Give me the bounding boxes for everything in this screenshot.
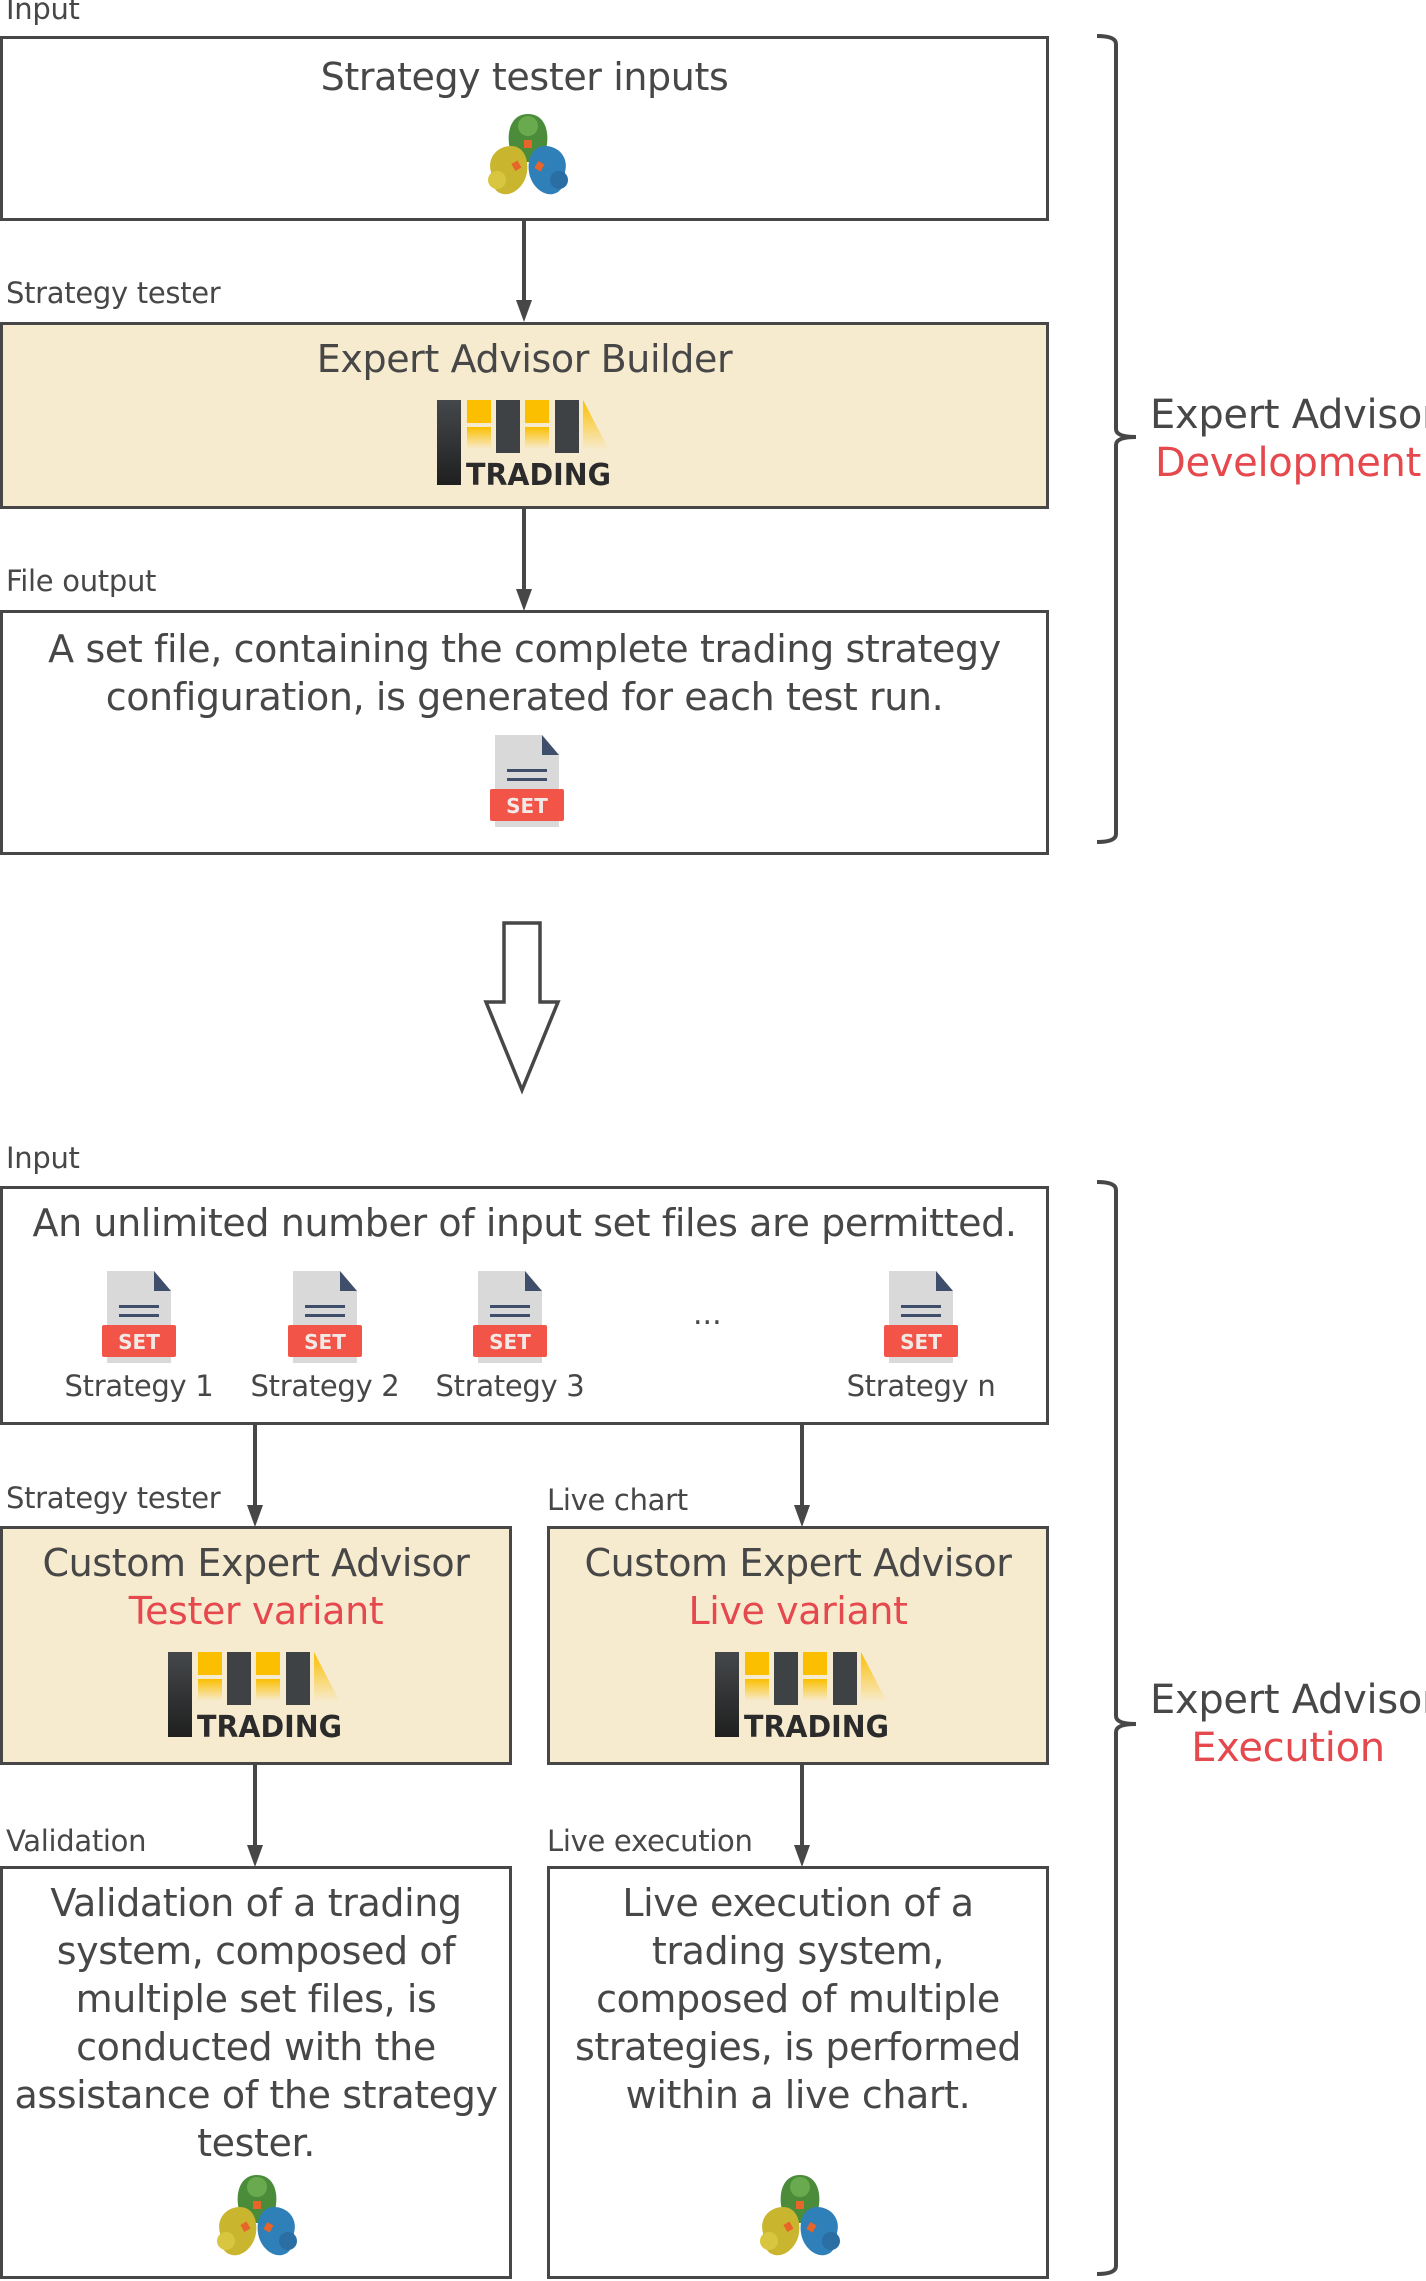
bracket-execution [1090,1176,1150,2281]
input-label: Input [6,1141,80,1175]
description-line: tester. [197,2121,315,2165]
description-line: trading system, [651,1929,945,1973]
description-line: system, composed of [56,1929,456,1973]
description-line: conducted with the [76,2025,436,2069]
set-file-icon: SET [471,1269,549,1365]
description-line: within a live chart. [625,2073,971,2117]
strategy-tester-label: Strategy tester [6,1481,221,1515]
trading-logo-icon: TRADING [165,1652,345,1740]
description-line: composed of multiple [596,1977,1000,2021]
live-chart-label: Live chart [547,1483,688,1517]
arrowhead-icon [247,1845,263,1867]
connector-line [522,508,526,590]
box-description: Validation of a trading system, composed… [3,1879,509,2167]
arrowhead-icon [516,300,532,322]
arrowhead-icon [794,1845,810,1867]
arrowhead-icon [794,1505,810,1527]
variant-label: Tester variant [128,1589,384,1633]
set-file-output-box: A set file, containing the complete trad… [0,610,1049,855]
svg-text:SET: SET [900,1330,942,1354]
box-title: Custom Expert Advisor [42,1541,470,1585]
svg-text:SET: SET [304,1330,346,1354]
svg-text:SET: SET [489,1330,531,1354]
metatrader-icon [212,2171,302,2261]
description-line: assistance of the strategy [14,2073,498,2117]
trading-logo-icon: TRADING [712,1652,892,1740]
set-file-label: Strategy 3 [435,1369,585,1403]
connector-line [253,1764,257,1846]
strategy-tester-inputs-box: Strategy tester inputs [0,36,1049,221]
tester-variant-box: Custom Expert Advisor Tester variant TRA… [0,1526,512,1765]
metatrader-icon [483,110,573,200]
phase-title: Expert Advisor [1150,1677,1426,1723]
down-arrow-icon [480,918,564,1098]
phase-subtitle: Execution [1191,1725,1385,1771]
svg-text:TRADING: TRADING [466,458,611,488]
live-execution-label: Live execution [547,1824,753,1858]
description-line: Live execution of a [622,1881,974,1925]
connector-line [800,1764,804,1846]
description-line: configuration, is generated for each tes… [105,675,944,719]
file-output-label: File output [6,564,157,598]
description-line: strategies, is performed [575,2025,1021,2069]
live-execution-box: Live execution of a trading system, comp… [547,1866,1049,2279]
box-title: An unlimited number of input set files a… [32,1201,1017,1245]
svg-text:TRADING: TRADING [744,1710,889,1740]
set-file-label: Strategy 2 [250,1369,400,1403]
set-file-label: Strategy 1 [64,1369,214,1403]
connector-line [522,221,526,301]
phase-subtitle: Development [1155,440,1421,486]
validation-label: Validation [6,1824,147,1858]
development-phase-label: Expert Advisor Development [1150,391,1426,487]
arrowhead-icon [516,589,532,611]
connector-line [800,1424,804,1506]
metatrader-icon [755,2171,845,2261]
expert-advisor-builder-box: Expert Advisor Builder TRADING [0,322,1049,509]
input-set-files-box: An unlimited number of input set files a… [0,1186,1049,1425]
description-line: A set file, containing the complete trad… [48,627,1001,671]
ellipsis: ... [693,1297,722,1332]
live-variant-box: Custom Expert Advisor Live variant TRADI… [547,1526,1049,1765]
set-file-icon: SET [882,1269,960,1365]
box-title: Custom Expert Advisor [584,1541,1012,1585]
box-description: Live execution of a trading system, comp… [550,1879,1046,2119]
description-line: multiple set files, is [75,1977,437,2021]
description-line: Validation of a trading [50,1881,462,1925]
validation-box: Validation of a trading system, composed… [0,1866,512,2279]
svg-text:SET: SET [118,1330,160,1354]
strategy-tester-label: Strategy tester [6,276,221,310]
set-file-label: Strategy n [846,1369,996,1403]
svg-text:TRADING: TRADING [197,1710,342,1740]
trading-logo-icon: TRADING [434,400,614,488]
input-label: Input [6,0,80,26]
box-title: Expert Advisor Builder [316,337,733,381]
svg-text:SET: SET [506,794,548,818]
set-file-icon: SET [100,1269,178,1365]
box-description: A set file, containing the complete trad… [3,625,1046,721]
execution-phase-label: Expert Advisor Execution [1150,1676,1426,1772]
phase-title: Expert Advisor [1150,392,1426,438]
bracket-development [1090,30,1150,850]
set-file-icon: SET [286,1269,364,1365]
arrowhead-icon [247,1505,263,1527]
set-file-icon: SET [488,733,564,829]
connector-line [253,1424,257,1506]
variant-label: Live variant [688,1589,908,1633]
box-title: Strategy tester inputs [320,55,729,99]
